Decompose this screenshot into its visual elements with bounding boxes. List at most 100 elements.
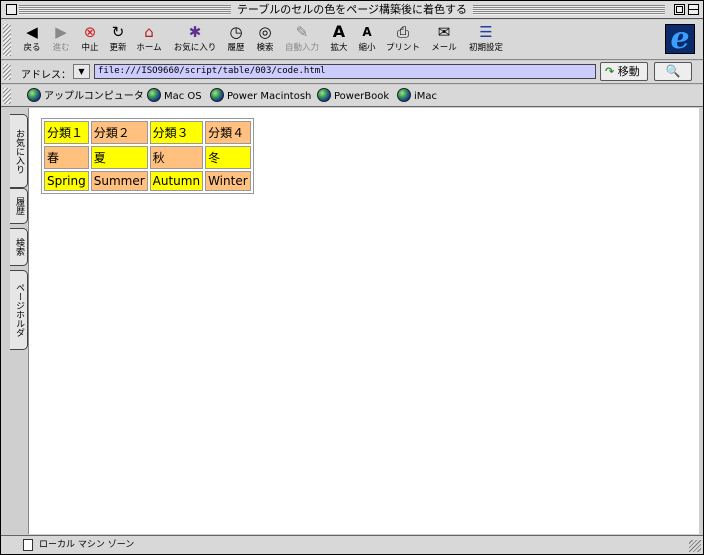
table-cell: 分類１ bbox=[44, 121, 89, 144]
window-title: テーブルのセルの色をページ構築後に着色する bbox=[230, 3, 474, 17]
search-magnifier-icon: 🔍 bbox=[665, 64, 681, 78]
table-cell: 冬 bbox=[205, 146, 251, 169]
favorites-button[interactable]: ✱ お気に入り bbox=[171, 23, 219, 57]
refresh-label: 更新 bbox=[109, 43, 127, 53]
favorites-bar-grip[interactable] bbox=[3, 88, 11, 104]
refresh-icon: ↻ bbox=[111, 23, 125, 41]
address-label: アドレス： bbox=[21, 70, 71, 81]
table-cell: 分類２ bbox=[90, 121, 148, 144]
tab-favorites[interactable]: お気に入り bbox=[10, 114, 28, 188]
favorite-apple-computer[interactable]: アップルコンピュータ bbox=[27, 88, 144, 104]
print-button[interactable]: ⎙ プリント bbox=[383, 23, 423, 57]
favorite-label: iMac bbox=[414, 91, 438, 102]
favorite-powerbook[interactable]: PowerBook bbox=[317, 88, 389, 104]
forward-button[interactable]: ▶ 進む bbox=[48, 23, 74, 57]
mail-icon: ✉ bbox=[437, 23, 451, 41]
title-bar[interactable]: テーブルのセルの色をページ構築後に着色する bbox=[1, 1, 703, 19]
color-table: 分類１ 分類２ 分類３ 分類４ 春 夏 秋 冬 Spring Summer Au… bbox=[41, 118, 254, 194]
globe-icon bbox=[210, 88, 224, 102]
tab-history[interactable]: 履歴 bbox=[10, 188, 28, 224]
stop-label: 中止 bbox=[81, 43, 99, 53]
text-smaller-icon: A bbox=[362, 25, 372, 39]
search-button[interactable]: ◎ 検索 bbox=[252, 23, 278, 57]
table-cell: 秋 bbox=[149, 146, 204, 169]
table-cell: Winter bbox=[205, 171, 251, 191]
home-icon: ⌂ bbox=[144, 23, 154, 41]
address-bar: アドレス： ▼ file:///ISO9660/script/table/003… bbox=[1, 61, 703, 84]
chevron-down-icon: ▼ bbox=[78, 67, 85, 76]
back-label: 戻る bbox=[23, 43, 41, 53]
preferences-button[interactable]: ☰ 初期設定 bbox=[466, 23, 506, 57]
address-bar-grip[interactable] bbox=[3, 64, 11, 80]
history-button[interactable]: ◷ 履歴 bbox=[223, 23, 249, 57]
tab-search[interactable]: 検索 bbox=[10, 228, 28, 266]
address-input[interactable]: file:///ISO9660/script/table/003/code.ht… bbox=[94, 64, 596, 79]
favorite-label: Power Macintosh bbox=[227, 91, 312, 102]
history-label: 履歴 bbox=[227, 43, 245, 53]
favorite-label: アップルコンピュータ bbox=[44, 91, 144, 102]
back-button[interactable]: ◀ 戻る bbox=[19, 23, 45, 57]
larger-text-label: 拡大 bbox=[330, 43, 348, 53]
text-larger-icon: A bbox=[332, 22, 346, 41]
table-row: 春 夏 秋 冬 bbox=[44, 146, 251, 169]
globe-icon bbox=[317, 88, 331, 102]
favorites-bar: アップルコンピュータ Mac OS Power Macintosh PowerB… bbox=[1, 85, 703, 107]
document-icon bbox=[23, 539, 33, 551]
back-arrow-icon: ◀ bbox=[26, 23, 38, 41]
right-edge bbox=[699, 108, 703, 535]
favorite-label: Mac OS bbox=[164, 91, 202, 102]
stop-button[interactable]: ⊗ 中止 bbox=[77, 23, 103, 57]
table-cell: 分類４ bbox=[205, 121, 251, 144]
tab-page-holder[interactable]: ページホルダ bbox=[10, 270, 28, 350]
magnifier-icon: ◎ bbox=[258, 23, 272, 41]
favorite-mac-os[interactable]: Mac OS bbox=[147, 88, 202, 104]
toolbar-grip[interactable] bbox=[3, 24, 11, 56]
table-row: Spring Summer Autumn Winter bbox=[44, 171, 251, 191]
browser-window: テーブルのセルの色をページ構築後に着色する ◀ 戻る ▶ 進む ⊗ 中止 ↻ 更… bbox=[0, 0, 704, 555]
toolbar: ◀ 戻る ▶ 進む ⊗ 中止 ↻ 更新 ⌂ ホーム ✱ お気に入り ◷ 履歴 ◎ bbox=[1, 20, 703, 60]
page-content: 分類１ 分類２ 分類３ 分類４ 春 夏 秋 冬 Spring Summer Au… bbox=[28, 108, 699, 534]
table-cell: 分類３ bbox=[149, 121, 204, 144]
go-label: 移動 bbox=[617, 65, 640, 78]
security-zone-text: ローカル マシン ゾーン bbox=[39, 540, 135, 550]
print-label: プリント bbox=[385, 43, 420, 53]
pencil-icon: ✎ bbox=[295, 23, 309, 41]
resize-grip[interactable] bbox=[689, 540, 701, 552]
go-button[interactable]: ↷ 移動 bbox=[600, 62, 648, 81]
zoom-box[interactable] bbox=[674, 4, 685, 15]
table-cell: 夏 bbox=[90, 146, 148, 169]
globe-icon bbox=[147, 88, 161, 102]
table-cell: Summer bbox=[90, 171, 148, 191]
explorer-side-tabs: お気に入り 履歴 検索 ページホルダ bbox=[1, 108, 31, 535]
search-menu-button[interactable]: 🔍 bbox=[654, 62, 692, 81]
address-history-dropdown[interactable]: ▼ bbox=[73, 64, 90, 79]
larger-text-button[interactable]: A 拡大 bbox=[327, 23, 351, 57]
forward-arrow-icon: ▶ bbox=[55, 23, 67, 41]
stop-icon: ⊗ bbox=[83, 23, 97, 41]
favorite-power-macintosh[interactable]: Power Macintosh bbox=[210, 88, 311, 104]
favorites-label: お気に入り bbox=[173, 43, 217, 53]
printer-icon: ⎙ bbox=[396, 23, 409, 41]
home-button[interactable]: ⌂ ホーム bbox=[133, 23, 165, 57]
search-label: 検索 bbox=[256, 43, 274, 53]
go-arrow-icon: ↷ bbox=[605, 65, 615, 78]
mail-button[interactable]: ✉ メール bbox=[429, 23, 459, 57]
close-box[interactable] bbox=[6, 4, 17, 15]
table-row: 分類１ 分類２ 分類３ 分類４ bbox=[44, 121, 251, 144]
forward-label: 進む bbox=[52, 43, 70, 53]
favorite-imac[interactable]: iMac bbox=[397, 88, 437, 104]
favorites-icon: ✱ bbox=[188, 23, 202, 41]
favorite-label: PowerBook bbox=[334, 91, 390, 102]
table-cell: 春 bbox=[44, 146, 89, 169]
table-cell: Spring bbox=[44, 171, 89, 191]
globe-icon bbox=[397, 88, 411, 102]
smaller-text-button[interactable]: A 縮小 bbox=[355, 23, 379, 57]
autofill-label: 自動入力 bbox=[284, 43, 319, 53]
refresh-button[interactable]: ↻ 更新 bbox=[105, 23, 131, 57]
mail-label: メール bbox=[431, 43, 457, 53]
ie-logo[interactable]: e bbox=[665, 24, 695, 54]
home-label: ホーム bbox=[136, 43, 162, 53]
autofill-button[interactable]: ✎ 自動入力 bbox=[281, 23, 323, 57]
clock-icon: ◷ bbox=[229, 23, 243, 41]
collapse-box[interactable] bbox=[688, 4, 699, 15]
